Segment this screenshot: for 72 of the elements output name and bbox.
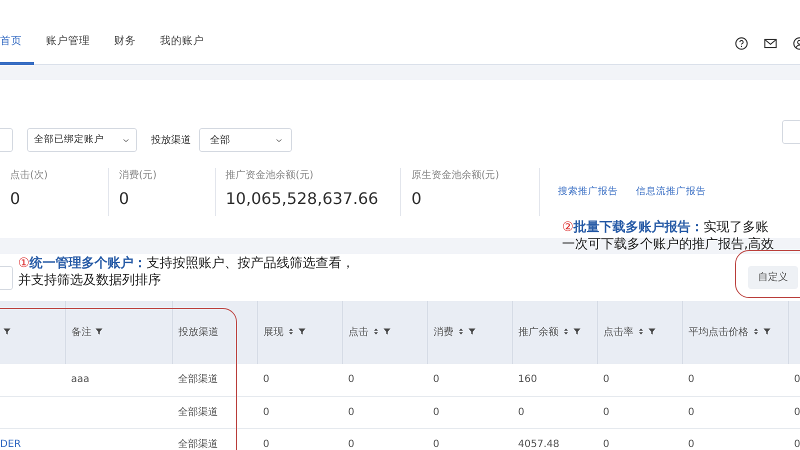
filter-icon[interactable] bbox=[382, 327, 390, 336]
sort-icon[interactable] bbox=[752, 327, 760, 336]
mail-icon[interactable] bbox=[764, 36, 777, 50]
filter-icon[interactable] bbox=[3, 327, 11, 336]
table-cell: 0 bbox=[342, 364, 427, 396]
stat-label: 消费(元) bbox=[118, 168, 157, 183]
date-field[interactable] bbox=[0, 128, 13, 152]
table-cell: 0 bbox=[682, 396, 788, 428]
report-link[interactable]: 搜索推广报告 bbox=[558, 184, 618, 200]
table-cell: 0 bbox=[427, 396, 512, 428]
table-cell: 0 bbox=[597, 428, 682, 450]
table-cell: 0 bbox=[427, 428, 512, 450]
nav-tab[interactable]: 我的账户 bbox=[148, 22, 216, 65]
table-cell: 0 bbox=[788, 428, 800, 450]
column-header: 平均点击价格 bbox=[682, 301, 788, 364]
filter-label: 投放渠道 bbox=[151, 134, 191, 148]
table-cell: 0 bbox=[597, 364, 682, 396]
nav-tab[interactable]: 账户管理 bbox=[34, 22, 102, 65]
stat-label: 推广资金池余额(元) bbox=[226, 168, 314, 183]
input-field[interactable] bbox=[0, 266, 13, 290]
column-header: 投放渠道 bbox=[172, 301, 257, 364]
table-cell: 0 bbox=[512, 396, 597, 428]
nav-tab[interactable]: 财务 bbox=[102, 22, 148, 65]
table-cell: 0 bbox=[342, 396, 427, 428]
table-cell: 0 bbox=[682, 364, 788, 396]
report-link[interactable]: 信息流推广报告 bbox=[636, 184, 706, 200]
stat-value: 0 bbox=[411, 188, 422, 210]
table-cell: 全部渠道 bbox=[172, 364, 257, 396]
table-cell: 0 bbox=[342, 428, 427, 450]
column-header: 消费 bbox=[427, 301, 512, 364]
sort-icon[interactable] bbox=[286, 327, 294, 336]
help-icon[interactable] bbox=[735, 36, 748, 50]
table-cell: aaa bbox=[65, 364, 172, 396]
customize-button[interactable]: 自定义 bbox=[748, 266, 798, 289]
filter-icon[interactable] bbox=[572, 327, 580, 336]
channel-select[interactable]: 全部 bbox=[199, 128, 292, 152]
column-header: 点击 bbox=[342, 301, 427, 364]
account-link[interactable]: DER bbox=[0, 438, 21, 450]
table-cell: 4057.48 bbox=[512, 428, 597, 450]
table-cell: 0 bbox=[597, 396, 682, 428]
stat-label: 点击(次) bbox=[10, 168, 48, 183]
column-header: 备注 bbox=[65, 301, 172, 364]
table-cell: 0 bbox=[427, 364, 512, 396]
column-header: 点击率 bbox=[597, 301, 682, 364]
filter-icon[interactable] bbox=[468, 327, 476, 336]
table-cell: 160 bbox=[512, 364, 597, 396]
table-cell: 全部渠道 bbox=[172, 396, 257, 428]
table-cell: 0 bbox=[788, 396, 800, 428]
column-header: 展现 bbox=[257, 301, 342, 364]
stat-value: 10,065,528,637.66 bbox=[226, 188, 378, 210]
table-cell: 0 bbox=[257, 364, 342, 396]
table-cell: 全部渠道 bbox=[172, 428, 257, 450]
table-cell: 0 bbox=[257, 428, 342, 450]
filter-icon[interactable] bbox=[648, 327, 656, 336]
filter-icon[interactable] bbox=[762, 327, 770, 336]
column-header: 推广余额 bbox=[512, 301, 597, 364]
sort-icon[interactable] bbox=[562, 327, 570, 336]
filter-icon[interactable] bbox=[94, 327, 102, 336]
stat-value: 0 bbox=[10, 188, 22, 210]
stat-label: 原生资金池余额(元) bbox=[411, 168, 500, 183]
table-cell: 0 bbox=[682, 428, 788, 450]
annotation-text: ②批量下载多账户报告：实现了多账 一次可下载多个账户的推广报告,高效 bbox=[562, 219, 774, 253]
sort-icon[interactable] bbox=[372, 327, 380, 336]
filter-icon[interactable] bbox=[298, 327, 306, 336]
table-cell: 0 bbox=[788, 364, 800, 396]
sort-icon[interactable] bbox=[456, 327, 464, 336]
sort-icon[interactable] bbox=[636, 327, 644, 336]
table-cell: 0 bbox=[257, 396, 342, 428]
highlight-outline bbox=[735, 250, 800, 298]
annotation-text: ①统一管理多个账户：支持按照账户、按产品线筛选查看， 并支持筛选及数据列排序 bbox=[18, 255, 355, 289]
stat-value: 0 bbox=[118, 188, 130, 210]
account-select[interactable]: 全部已绑定账户 bbox=[27, 128, 137, 152]
